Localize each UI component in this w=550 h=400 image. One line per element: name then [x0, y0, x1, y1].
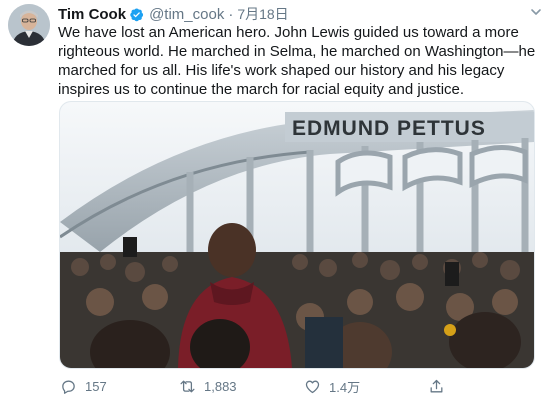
tweet-card[interactable]: Tim Cook @tim_cook · 7月18日 We have lost …: [0, 0, 550, 400]
verified-badge-icon: [129, 7, 144, 22]
retweet-button[interactable]: 1,883: [179, 378, 237, 395]
heart-icon: [305, 380, 320, 393]
tweet-date[interactable]: 7月18日: [237, 4, 288, 24]
chevron-down-icon[interactable]: [528, 4, 544, 20]
share-button[interactable]: [428, 378, 453, 395]
tweet-text: We have lost an American hero. John Lewi…: [58, 24, 540, 98]
author-name[interactable]: Tim Cook: [58, 6, 126, 23]
like-button[interactable]: 1.4万: [304, 377, 360, 396]
photo-sign-text: EDMUND PETTUS: [292, 117, 486, 140]
share-icon: [430, 379, 443, 392]
author-handle[interactable]: @tim_cook: [149, 6, 224, 23]
avatar[interactable]: [8, 4, 50, 46]
reply-count: 157: [85, 378, 107, 394]
separator-dot: ·: [228, 5, 234, 23]
tweet-actions: 157 1,883 1.4万: [58, 376, 538, 396]
reply-icon: [62, 380, 75, 394]
retweet-count: 1,883: [204, 378, 237, 394]
reply-button[interactable]: 157: [60, 378, 107, 395]
like-count: 1.4万: [329, 379, 361, 395]
tweet-photo[interactable]: EDMUND PETTUS: [59, 101, 535, 369]
tweet-header: Tim Cook @tim_cook · 7月18日: [58, 4, 289, 24]
retweet-icon: [180, 380, 195, 392]
